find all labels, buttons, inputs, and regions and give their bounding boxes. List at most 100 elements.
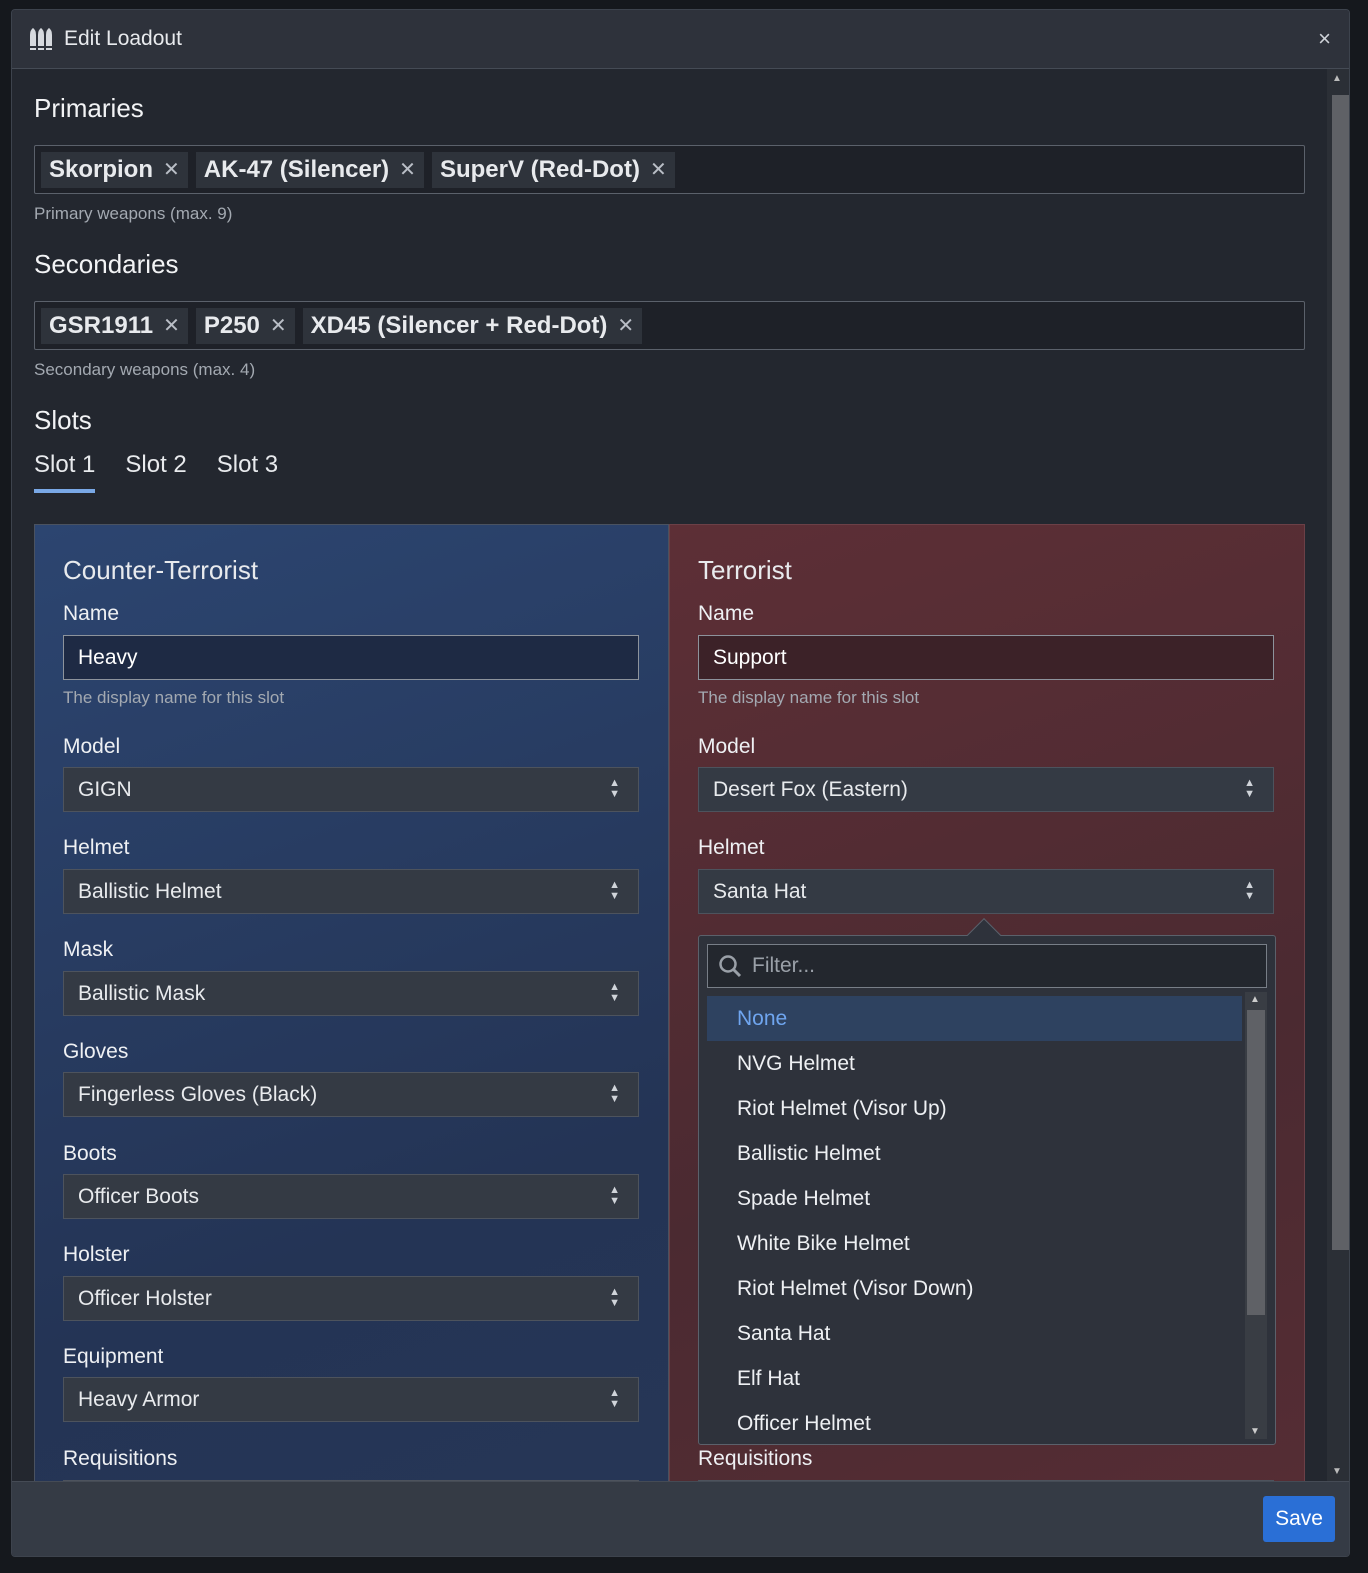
list-item[interactable]: Riot Helmet (Visor Down) <box>707 1266 1242 1311</box>
name-hint: The display name for this slot <box>698 688 920 707</box>
helmet-dropdown: Filter... None NVG Helmet Riot Helmet (V… <box>698 918 1276 1446</box>
tag-label: SuperV (Red-Dot) <box>439 155 640 183</box>
sort-arrows-icon: ▲ ▼ <box>1244 777 1255 800</box>
name-hint: The display name for this slot <box>63 688 285 707</box>
scroll-up-icon[interactable]: ▲ <box>1250 994 1260 1005</box>
model-label: Model <box>63 735 121 758</box>
gloves-label: Gloves <box>63 1040 129 1063</box>
close-icon[interactable]: × <box>1318 26 1331 52</box>
ammo-icon <box>30 28 52 50</box>
list-item[interactable]: Santa Hat <box>707 1311 1242 1356</box>
edit-loadout-modal: Edit Loadout × Primaries Skorpion ✕ AK-47… <box>11 9 1350 1557</box>
requisitions-label: Requisitions <box>698 1447 813 1470</box>
save-button[interactable]: Save <box>1263 1496 1335 1542</box>
sort-arrows-icon: ▲ ▼ <box>609 981 620 1004</box>
selected-value: Ballistic Mask <box>78 981 206 1005</box>
list-item[interactable]: Elf Hat <box>707 1356 1242 1401</box>
sort-arrows-icon: ▲ ▼ <box>609 777 620 800</box>
selected-value: Santa Hat <box>713 879 807 903</box>
list-item[interactable]: Officer Helmet <box>707 1401 1242 1446</box>
remove-icon[interactable]: ✕ <box>617 313 634 338</box>
tag-label: AK-47 (Silencer) <box>203 155 390 183</box>
requisitions-label: Requisitions <box>63 1447 178 1470</box>
sort-arrows-icon: ▲ ▼ <box>1244 879 1255 902</box>
modal-scrollbar[interactable]: ▲ ▼ <box>1327 69 1349 1481</box>
boots-label: Boots <box>63 1142 117 1165</box>
slots-heading: Slots <box>34 405 92 435</box>
remove-icon[interactable]: ✕ <box>270 313 287 338</box>
scroll-down-icon[interactable]: ▼ <box>1332 1466 1342 1477</box>
helmet-label: Helmet <box>698 836 765 859</box>
primaries-heading: Primaries <box>34 93 144 123</box>
tag: AK-47 (Silencer) ✕ <box>195 151 424 188</box>
counter-terrorist-panel: Counter-Terrorist Name Heavy The display… <box>34 524 669 1481</box>
tag-label: Skorpion <box>49 155 154 183</box>
scrollbar-thumb[interactable] <box>1332 95 1349 1250</box>
equipment-label: Equipment <box>63 1345 164 1368</box>
t-helmet-select[interactable]: Santa Hat ▲ ▼ <box>698 869 1274 914</box>
sort-arrows-icon: ▲ ▼ <box>609 879 620 902</box>
selected-value: Fingerless Gloves (Black) <box>78 1082 318 1106</box>
sort-arrows-icon: ▲ ▼ <box>609 1286 620 1309</box>
panel-title: Terrorist <box>698 555 792 585</box>
ct-gloves-select[interactable]: Fingerless Gloves (Black) ▲ ▼ <box>63 1072 639 1117</box>
holster-label: Holster <box>63 1243 130 1266</box>
remove-icon[interactable]: ✕ <box>399 157 416 182</box>
sort-arrows-icon: ▲ ▼ <box>609 1184 620 1207</box>
scrollbar-thumb[interactable] <box>1247 1010 1265 1315</box>
ct-helmet-select[interactable]: Ballistic Helmet ▲ ▼ <box>63 869 639 914</box>
terrorist-panel: Terrorist Name Support The display name … <box>669 524 1305 1481</box>
secondaries-heading: Secondaries <box>34 249 179 279</box>
t-name-input[interactable]: Support <box>698 635 1274 680</box>
selected-value: Officer Boots <box>78 1184 199 1208</box>
helmet-label: Helmet <box>63 836 130 859</box>
modal-footer: Save <box>12 1481 1349 1556</box>
ct-equipment-select[interactable]: Heavy Armor ▲ ▼ <box>63 1377 639 1422</box>
tag: SuperV (Red-Dot) ✕ <box>431 151 675 188</box>
tag-label: XD45 (Silencer + Red-Dot) <box>310 311 608 339</box>
list-item[interactable]: Ballistic Helmet <box>707 1131 1242 1176</box>
name-label: Name <box>63 602 120 625</box>
sort-arrows-icon: ▲ ▼ <box>609 1387 620 1410</box>
sort-arrows-icon: ▲ ▼ <box>609 1082 620 1105</box>
option-none[interactable]: None <box>707 996 1242 1041</box>
panel-title: Counter-Terrorist <box>63 555 259 585</box>
search-icon <box>719 955 742 978</box>
ct-mask-select[interactable]: Ballistic Mask ▲ ▼ <box>63 971 639 1016</box>
mask-label: Mask <box>63 938 114 961</box>
ct-name-input[interactable]: Heavy <box>63 635 639 680</box>
remove-icon[interactable]: ✕ <box>163 157 180 182</box>
primaries-input[interactable]: Skorpion ✕ AK-47 (Silencer) ✕ SuperV (Red-… <box>34 145 1305 194</box>
remove-icon[interactable]: ✕ <box>650 157 667 182</box>
list-item[interactable]: Riot Helmet (Visor Up) <box>707 1086 1242 1131</box>
secondaries-help: Secondary weapons (max. 4) <box>34 360 256 379</box>
ct-holster-select[interactable]: Officer Holster ▲ ▼ <box>63 1276 639 1321</box>
tab-slot-2[interactable]: Slot 2 <box>125 451 186 493</box>
selected-value: Desert Fox (Eastern) <box>713 777 908 801</box>
filter-input[interactable]: Filter... <box>707 944 1267 988</box>
modal-header: Edit Loadout × <box>12 10 1349 69</box>
tag: P250 ✕ <box>195 307 295 344</box>
list-item[interactable]: NVG Helmet <box>707 1041 1242 1086</box>
list-item[interactable]: Spade Helmet <box>707 1176 1242 1221</box>
t-model-select[interactable]: Desert Fox (Eastern) ▲ ▼ <box>698 767 1274 812</box>
selected-value: GIGN <box>78 777 132 801</box>
name-label: Name <box>698 602 755 625</box>
scroll-up-icon[interactable]: ▲ <box>1332 73 1342 84</box>
selected-value: Officer Holster <box>78 1286 212 1310</box>
primaries-help: Primary weapons (max. 9) <box>34 204 233 223</box>
tag-label: GSR1911 <box>49 311 154 339</box>
tag: XD45 (Silencer + Red-Dot) ✕ <box>302 307 643 344</box>
ct-boots-select[interactable]: Officer Boots ▲ ▼ <box>63 1174 639 1219</box>
dropdown-scrollbar[interactable]: ▲ ▼ <box>1245 992 1267 1439</box>
ct-model-select[interactable]: GIGN ▲ ▼ <box>63 767 639 812</box>
tab-slot-1[interactable]: Slot 1 <box>34 451 96 493</box>
selected-value: Heavy Armor <box>78 1387 200 1411</box>
modal-body: Primaries Skorpion ✕ AK-47 (Silencer) ✕ Su… <box>12 69 1327 1481</box>
tab-slot-3[interactable]: Slot 3 <box>217 451 278 493</box>
scroll-down-icon[interactable]: ▼ <box>1250 1426 1260 1437</box>
tag: Skorpion ✕ <box>41 151 188 188</box>
remove-icon[interactable]: ✕ <box>163 313 180 338</box>
secondaries-input[interactable]: GSR1911 ✕ P250 ✕ XD45 (Silencer + Red-Dot)… <box>34 301 1305 350</box>
list-item[interactable]: White Bike Helmet <box>707 1221 1242 1266</box>
